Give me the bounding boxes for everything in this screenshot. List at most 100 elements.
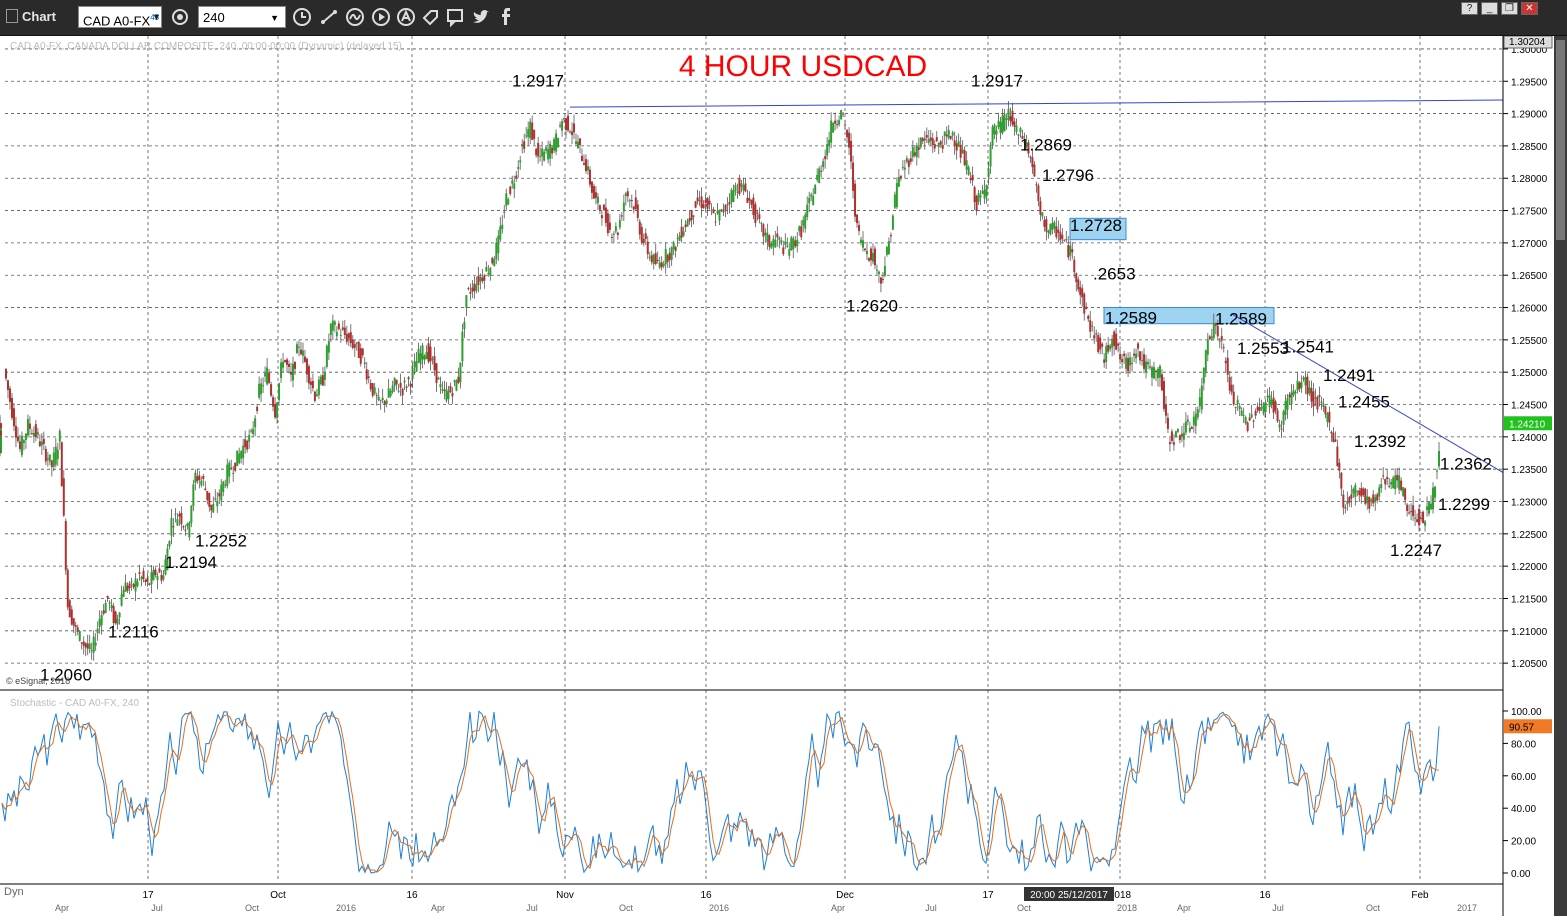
comment-icon[interactable] bbox=[444, 6, 466, 28]
candle-body bbox=[1125, 357, 1128, 369]
candle-body bbox=[1406, 504, 1409, 511]
candle-body bbox=[1282, 411, 1285, 425]
candle-body bbox=[218, 493, 221, 497]
candle-body bbox=[1428, 502, 1431, 514]
candle-body bbox=[567, 115, 570, 131]
close-button[interactable]: ✕ bbox=[1521, 2, 1538, 15]
candle-body bbox=[911, 147, 914, 157]
candle-body bbox=[1049, 224, 1052, 235]
candle-body bbox=[383, 400, 386, 405]
candle-body bbox=[1069, 245, 1072, 256]
candle-body bbox=[875, 269, 878, 271]
candle-body bbox=[74, 625, 77, 627]
candle-body bbox=[802, 219, 805, 226]
candle-body bbox=[443, 389, 446, 391]
candle-body bbox=[479, 277, 482, 282]
price-tick-label: 1.23000 bbox=[1511, 498, 1548, 509]
candle-body bbox=[1041, 212, 1044, 217]
symbol-text: CAD A0-FX bbox=[83, 13, 151, 29]
price-tick-label: 1.24000 bbox=[1511, 433, 1548, 444]
candle-body bbox=[1250, 414, 1253, 418]
candle-body bbox=[208, 493, 211, 507]
candle-body bbox=[1246, 422, 1249, 431]
twitter-icon[interactable] bbox=[470, 6, 492, 28]
candle-body bbox=[931, 138, 934, 145]
candle-body bbox=[339, 335, 342, 337]
candle-body bbox=[96, 628, 99, 634]
candle-body bbox=[14, 425, 17, 438]
price-tick-label: 1.29000 bbox=[1511, 110, 1548, 121]
candle-body bbox=[254, 418, 257, 428]
candle-body bbox=[1384, 479, 1387, 485]
candle-body bbox=[345, 333, 348, 342]
tag-icon[interactable] bbox=[420, 6, 442, 28]
interval-input[interactable]: 240 ▼ bbox=[198, 6, 286, 28]
clock-icon[interactable] bbox=[291, 6, 313, 28]
wave-icon[interactable] bbox=[344, 6, 366, 28]
candle-body bbox=[1390, 481, 1393, 485]
candle-body bbox=[571, 131, 574, 135]
price-tick-label: 1.21000 bbox=[1511, 627, 1548, 638]
candle-body bbox=[1206, 339, 1209, 355]
candle-body bbox=[1139, 351, 1142, 361]
candle-body bbox=[1178, 435, 1181, 440]
candle-body bbox=[307, 366, 310, 384]
candle-body bbox=[1378, 487, 1381, 497]
candle-body bbox=[883, 265, 886, 276]
candle-body bbox=[46, 458, 49, 460]
help-button[interactable]: ? bbox=[1461, 2, 1478, 15]
candle-body bbox=[274, 403, 277, 418]
trend-line-icon[interactable] bbox=[318, 6, 340, 28]
minimize-button[interactable]: _ bbox=[1481, 2, 1498, 15]
candle-body bbox=[6, 380, 9, 390]
candle-body bbox=[1029, 156, 1032, 158]
chart-window-icon bbox=[6, 9, 18, 23]
price-annotation-label: 1.2194 bbox=[165, 553, 217, 572]
candle-body bbox=[1264, 402, 1267, 413]
candle-body bbox=[1045, 219, 1048, 232]
candle-body bbox=[198, 475, 201, 480]
candle-body bbox=[232, 473, 235, 475]
candle-body bbox=[963, 150, 966, 166]
candle-body bbox=[877, 271, 880, 275]
candle-body bbox=[525, 135, 528, 137]
stoch-tick-label: 20.00 bbox=[1511, 837, 1536, 848]
candle-body bbox=[836, 124, 839, 126]
chart-background bbox=[0, 36, 1567, 916]
stochastic-title: Stochastic - CAD A0-FX, 240 bbox=[10, 698, 139, 709]
candle-body bbox=[511, 180, 514, 184]
candle-body bbox=[774, 239, 777, 248]
candle-body bbox=[355, 342, 358, 344]
candle-body bbox=[178, 513, 181, 517]
candle-body bbox=[238, 453, 241, 464]
play-icon[interactable] bbox=[370, 6, 392, 28]
symbol-dropdown-icon[interactable]: ▼ bbox=[152, 12, 161, 34]
settings-gear-icon[interactable] bbox=[169, 6, 191, 28]
candle-body bbox=[531, 122, 534, 140]
candle-body bbox=[1266, 395, 1269, 398]
candle-body bbox=[1332, 432, 1335, 443]
top-price-text: 1.30204 bbox=[1509, 37, 1546, 48]
price-annotation-label: 1.2116 bbox=[108, 622, 159, 641]
chart-svg[interactable]: 1.20601.21161.21941.22521.29171.26201.29… bbox=[0, 35, 1567, 916]
candle-body bbox=[1324, 406, 1327, 415]
candle-body bbox=[1236, 399, 1239, 405]
candle-body bbox=[740, 183, 743, 187]
candle-body bbox=[764, 232, 767, 236]
candle-body bbox=[1147, 362, 1150, 365]
symbol-input[interactable]: CAD A0-FX45 bbox=[78, 6, 162, 28]
candle-body bbox=[750, 199, 753, 205]
facebook-icon[interactable] bbox=[495, 6, 517, 28]
candle-body bbox=[295, 344, 298, 354]
price-annotation-label: 1.2299 bbox=[1438, 495, 1490, 514]
restore-button[interactable]: ❐ bbox=[1501, 2, 1518, 15]
candle-body bbox=[824, 156, 827, 160]
candle-body bbox=[1234, 407, 1237, 409]
candle-body bbox=[471, 287, 474, 292]
alert-icon[interactable] bbox=[395, 6, 417, 28]
candle-body bbox=[782, 247, 785, 255]
candle-body bbox=[1336, 446, 1339, 466]
interval-dropdown-icon[interactable]: ▼ bbox=[270, 7, 279, 29]
chart-area[interactable]: 1.2060 1.2116 1.2194 1.2252 1.2917 1.2620 1.29… bbox=[0, 35, 1567, 916]
candle-body bbox=[848, 132, 851, 148]
